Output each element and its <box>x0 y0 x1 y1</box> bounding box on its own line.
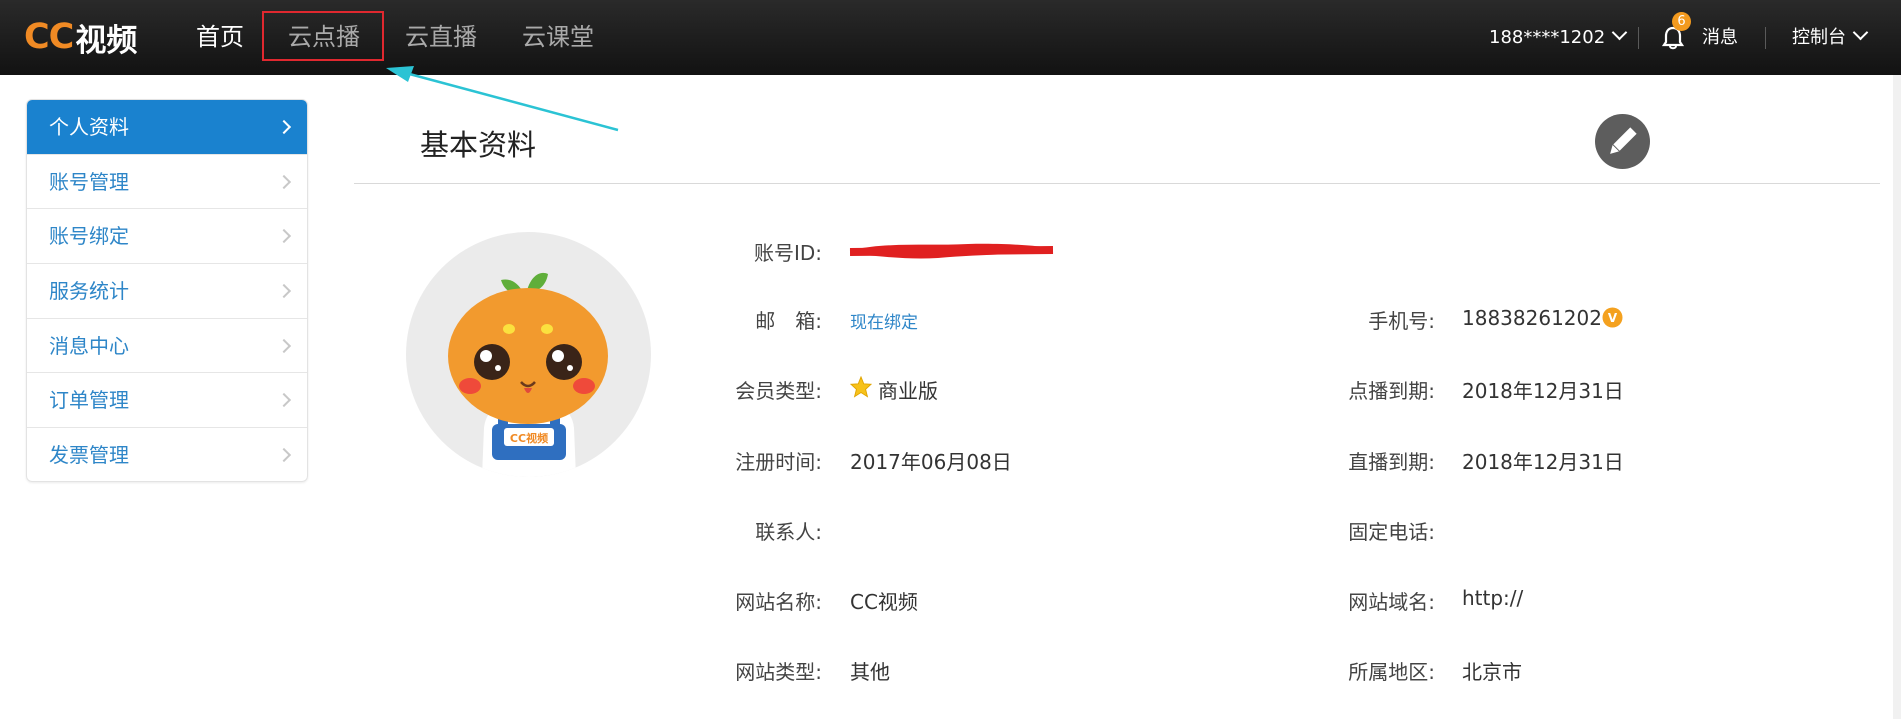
sidebar-item-label: 消息中心 <box>49 333 129 358</box>
logo-cc: CC <box>24 17 74 57</box>
console-label: 控制台 <box>1792 27 1846 48</box>
chevron-right-icon <box>276 174 292 189</box>
member-type-value: 商业版 <box>878 379 938 403</box>
cc-logo[interactable]: CC 视频 <box>24 14 137 60</box>
chevron-right-icon <box>276 229 292 244</box>
chevron-down-icon <box>1852 24 1869 41</box>
chevron-right-icon <box>276 119 292 135</box>
phone-value: 18838261202 <box>1462 306 1602 330</box>
email-label: 邮 箱: <box>755 309 822 333</box>
site-domain-value: http:// <box>1462 586 1524 610</box>
user-phone: 188****1202 <box>1489 27 1606 48</box>
phone-label: 手机号: <box>1368 309 1435 333</box>
chevron-right-icon <box>276 283 292 299</box>
chevron-right-icon <box>276 393 292 408</box>
sidebar-item-message-center[interactable]: 消息中心 <box>27 319 307 374</box>
sidebar-item-label: 账号管理 <box>49 169 129 194</box>
page-title: 基本资料 <box>420 128 537 162</box>
sidebar-item-label: 账号绑定 <box>49 224 129 249</box>
reg-time-label: 注册时间: <box>735 450 822 474</box>
logo-text: 视频 <box>75 22 138 59</box>
scrollbar[interactable] <box>1893 75 1901 719</box>
avatar[interactable]: CC视频 <box>406 232 651 477</box>
chevron-down-icon <box>1611 24 1628 41</box>
site-type-label: 网站类型: <box>735 660 822 684</box>
divider <box>1638 27 1639 49</box>
sidebar-item-invoices[interactable]: 发票管理 <box>27 428 307 481</box>
bind-email-link[interactable]: 现在绑定 <box>850 308 918 333</box>
sidebar-item-label: 发票管理 <box>49 443 129 468</box>
contact-label: 联系人: <box>755 520 822 544</box>
section-divider <box>354 183 1880 184</box>
vod-expire-label: 点播到期: <box>1348 379 1435 403</box>
live-expire-value: 2018年12月31日 <box>1462 450 1624 474</box>
sidebar-item-account-binding[interactable]: 账号绑定 <box>27 209 307 265</box>
notification-badge: 6 <box>1672 12 1691 31</box>
account-id-label: 账号ID: <box>753 241 822 265</box>
divider <box>1765 27 1766 49</box>
sidebar-item-label: 个人资料 <box>49 115 129 139</box>
verified-badge-text: V <box>1608 311 1618 325</box>
nav-home[interactable]: 首页 <box>196 0 244 75</box>
top-navbar: CC 视频 首页 云点播 云直播 云课堂 188****1202 6 消息 控制… <box>0 0 1901 75</box>
sidebar-item-profile[interactable]: 个人资料 <box>27 100 307 155</box>
site-name-label: 网站名称: <box>735 590 822 614</box>
messages-link[interactable]: 消息 <box>1702 0 1738 75</box>
mascot-illustration: CC视频 <box>448 272 608 477</box>
user-menu[interactable]: 188****1202 <box>1489 0 1628 75</box>
member-type-label: 会员类型: <box>735 379 822 403</box>
mascot-badge-text: CC视频 <box>510 431 548 445</box>
site-domain-label: 网站域名: <box>1348 590 1435 614</box>
sidebar: 个人资料 账号管理 账号绑定 服务统计 消息中心 订单管理 发票管理 <box>26 99 308 482</box>
sidebar-item-label: 订单管理 <box>49 388 129 413</box>
chevron-right-icon <box>276 338 292 353</box>
sidebar-item-orders[interactable]: 订单管理 <box>27 373 307 429</box>
region-label: 所属地区: <box>1348 660 1435 684</box>
region-value: 北京市 <box>1462 660 1522 684</box>
chevron-right-icon <box>276 448 292 463</box>
nav-highlight-box <box>262 11 384 61</box>
sidebar-item-account-management[interactable]: 账号管理 <box>27 155 307 210</box>
vod-expire-value: 2018年12月31日 <box>1462 379 1624 403</box>
edit-button[interactable] <box>1595 114 1650 169</box>
sidebar-item-label: 服务统计 <box>49 279 129 304</box>
verified-icon: V <box>1602 307 1623 328</box>
landline-label: 固定电话: <box>1348 520 1435 544</box>
pencil-icon <box>1610 125 1639 154</box>
sidebar-item-service-stats[interactable]: 服务统计 <box>27 264 307 319</box>
star-icon <box>850 376 872 398</box>
live-expire-label: 直播到期: <box>1348 450 1435 474</box>
reg-time-value: 2017年06月08日 <box>850 450 1012 474</box>
console-menu[interactable]: 控制台 <box>1792 0 1869 75</box>
site-type-value: 其他 <box>850 660 890 684</box>
site-name-value: CC视频 <box>850 590 918 614</box>
redaction-scribble <box>849 243 1054 259</box>
